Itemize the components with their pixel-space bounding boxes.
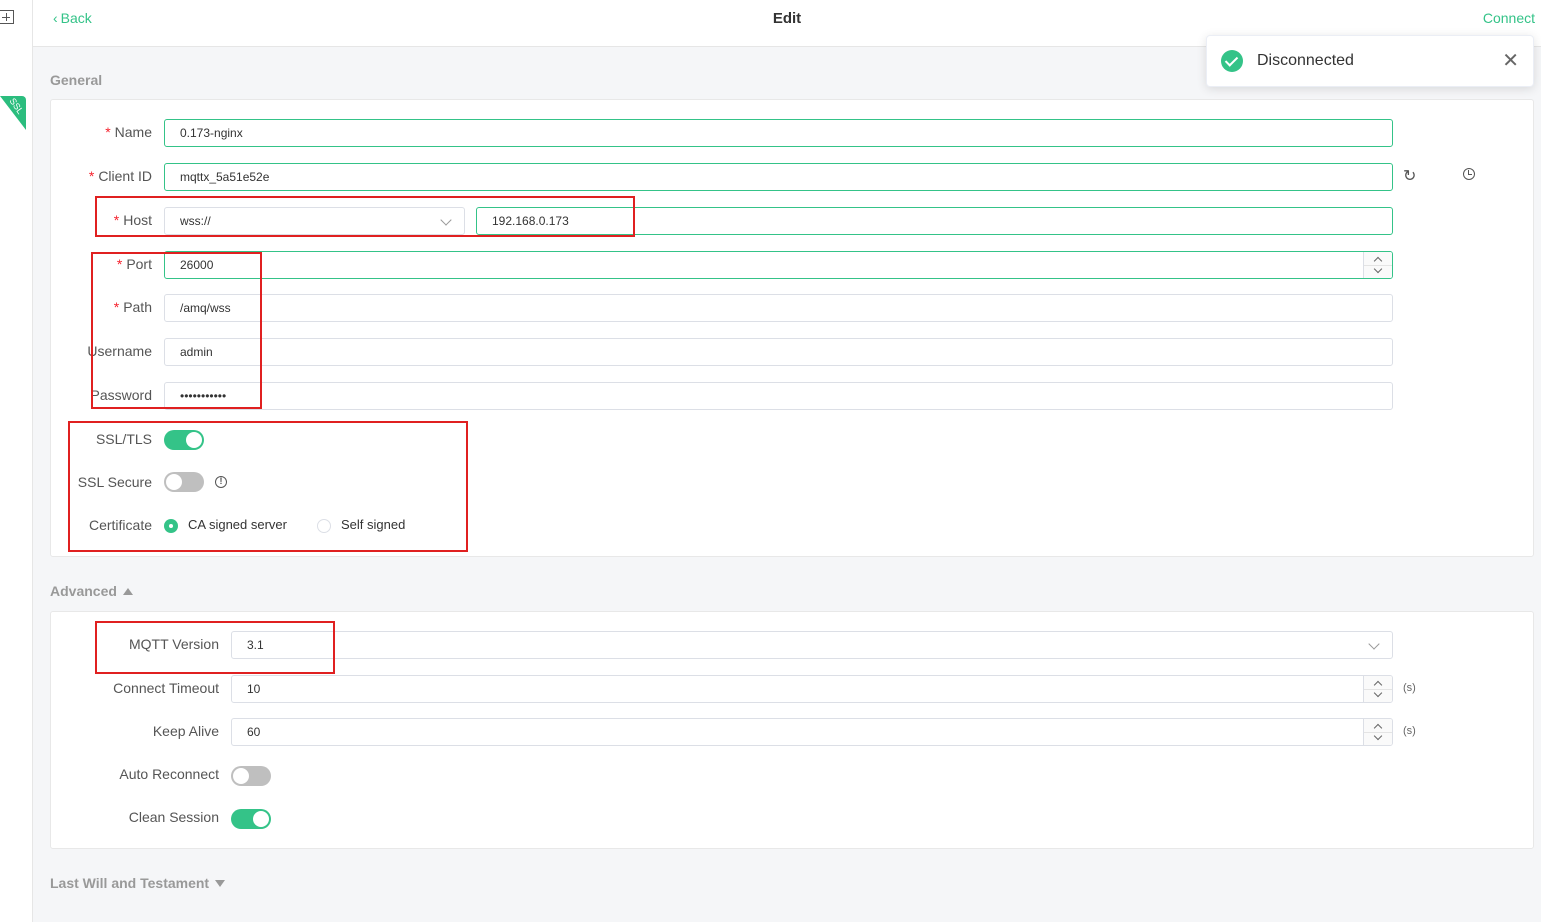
connect-timeout-unit: (s) [1403, 682, 1416, 694]
ssl-secure-label: SSL Secure [77, 474, 152, 490]
radio-ca-signed-label[interactable]: CA signed server [188, 517, 287, 532]
connection-tab[interactable]: SSL [0, 96, 26, 142]
keep-alive-unit: (s) [1403, 725, 1416, 737]
radio-ca-signed[interactable] [164, 519, 178, 533]
connect-timeout-input[interactable]: 10 [231, 675, 1393, 703]
decrement-icon[interactable] [1373, 731, 1383, 741]
password-input[interactable]: ••••••••••• [164, 382, 1393, 410]
path-label: * Path [113, 299, 152, 315]
page-title: Edit [772, 10, 802, 27]
path-input[interactable]: /amq/wss [164, 294, 1393, 322]
keep-alive-value: 60 [247, 725, 261, 739]
username-input[interactable]: admin [164, 338, 1393, 366]
connect-button[interactable]: Connect [1483, 10, 1535, 26]
ssl-tls-label: SSL/TLS [95, 431, 152, 447]
sidebar: SSL [0, 0, 33, 922]
connect-timeout-stepper[interactable] [1363, 676, 1392, 702]
info-icon[interactable]: ! [215, 476, 227, 488]
refresh-icon[interactable]: ↻ [1403, 166, 1416, 186]
keep-alive-label: Keep Alive [152, 723, 219, 739]
certificate-label: Certificate [88, 517, 152, 533]
password-label: Password [90, 387, 152, 403]
chevron-down-icon [1368, 638, 1380, 650]
toast-message: Disconnected [1257, 52, 1354, 69]
client-id-input[interactable]: mqttx_5a51e52e [164, 163, 1393, 191]
clock-icon[interactable] [1463, 168, 1475, 180]
chevron-down-icon [440, 214, 452, 226]
host-label: * Host [113, 212, 152, 228]
name-label: * Name [105, 124, 152, 140]
connect-timeout-label: Connect Timeout [113, 680, 219, 696]
clean-session-label: Clean Session [128, 809, 219, 825]
decrement-icon[interactable] [1373, 688, 1383, 698]
ssl-tls-toggle[interactable] [164, 430, 204, 450]
port-stepper[interactable] [1363, 252, 1392, 278]
protocol-value: wss:// [180, 214, 211, 228]
auto-reconnect-label: Auto Reconnect [119, 766, 219, 782]
client-id-label: * Client ID [88, 168, 152, 184]
caret-down-icon [215, 880, 226, 887]
mqtt-version-select[interactable]: 3.1 [231, 631, 1393, 659]
caret-up-icon [122, 588, 133, 595]
port-input[interactable]: 26000 [164, 251, 1393, 279]
general-section-title: General [50, 72, 103, 88]
success-check-icon [1221, 50, 1243, 72]
name-input[interactable]: 0.173-nginx [164, 119, 1393, 147]
decrement-icon[interactable] [1373, 264, 1383, 274]
auto-reconnect-toggle[interactable] [231, 766, 271, 786]
ssl-secure-toggle[interactable] [164, 472, 204, 492]
protocol-select[interactable]: wss:// [164, 207, 465, 235]
notification-toast: Disconnected ✕ [1206, 35, 1534, 87]
radio-self-signed-label[interactable]: Self signed [341, 517, 405, 532]
port-label: * Port [116, 256, 152, 272]
radio-self-signed[interactable] [317, 519, 331, 533]
keep-alive-input[interactable]: 60 [231, 718, 1393, 746]
username-label: Username [87, 343, 152, 359]
mqtt-version-value: 3.1 [247, 638, 264, 652]
connect-timeout-value: 10 [247, 682, 261, 696]
host-input[interactable]: 192.168.0.173 [476, 207, 1393, 235]
keep-alive-stepper[interactable] [1363, 719, 1392, 745]
clean-session-toggle[interactable] [231, 809, 271, 829]
port-value: 26000 [180, 258, 214, 272]
mqtt-version-label: MQTT Version [129, 636, 219, 652]
last-will-section-toggle[interactable]: Last Will and Testament [50, 875, 226, 891]
advanced-section-toggle[interactable]: Advanced [50, 583, 133, 599]
new-connection-icon[interactable] [0, 10, 14, 24]
close-icon[interactable]: ✕ [1502, 48, 1519, 73]
